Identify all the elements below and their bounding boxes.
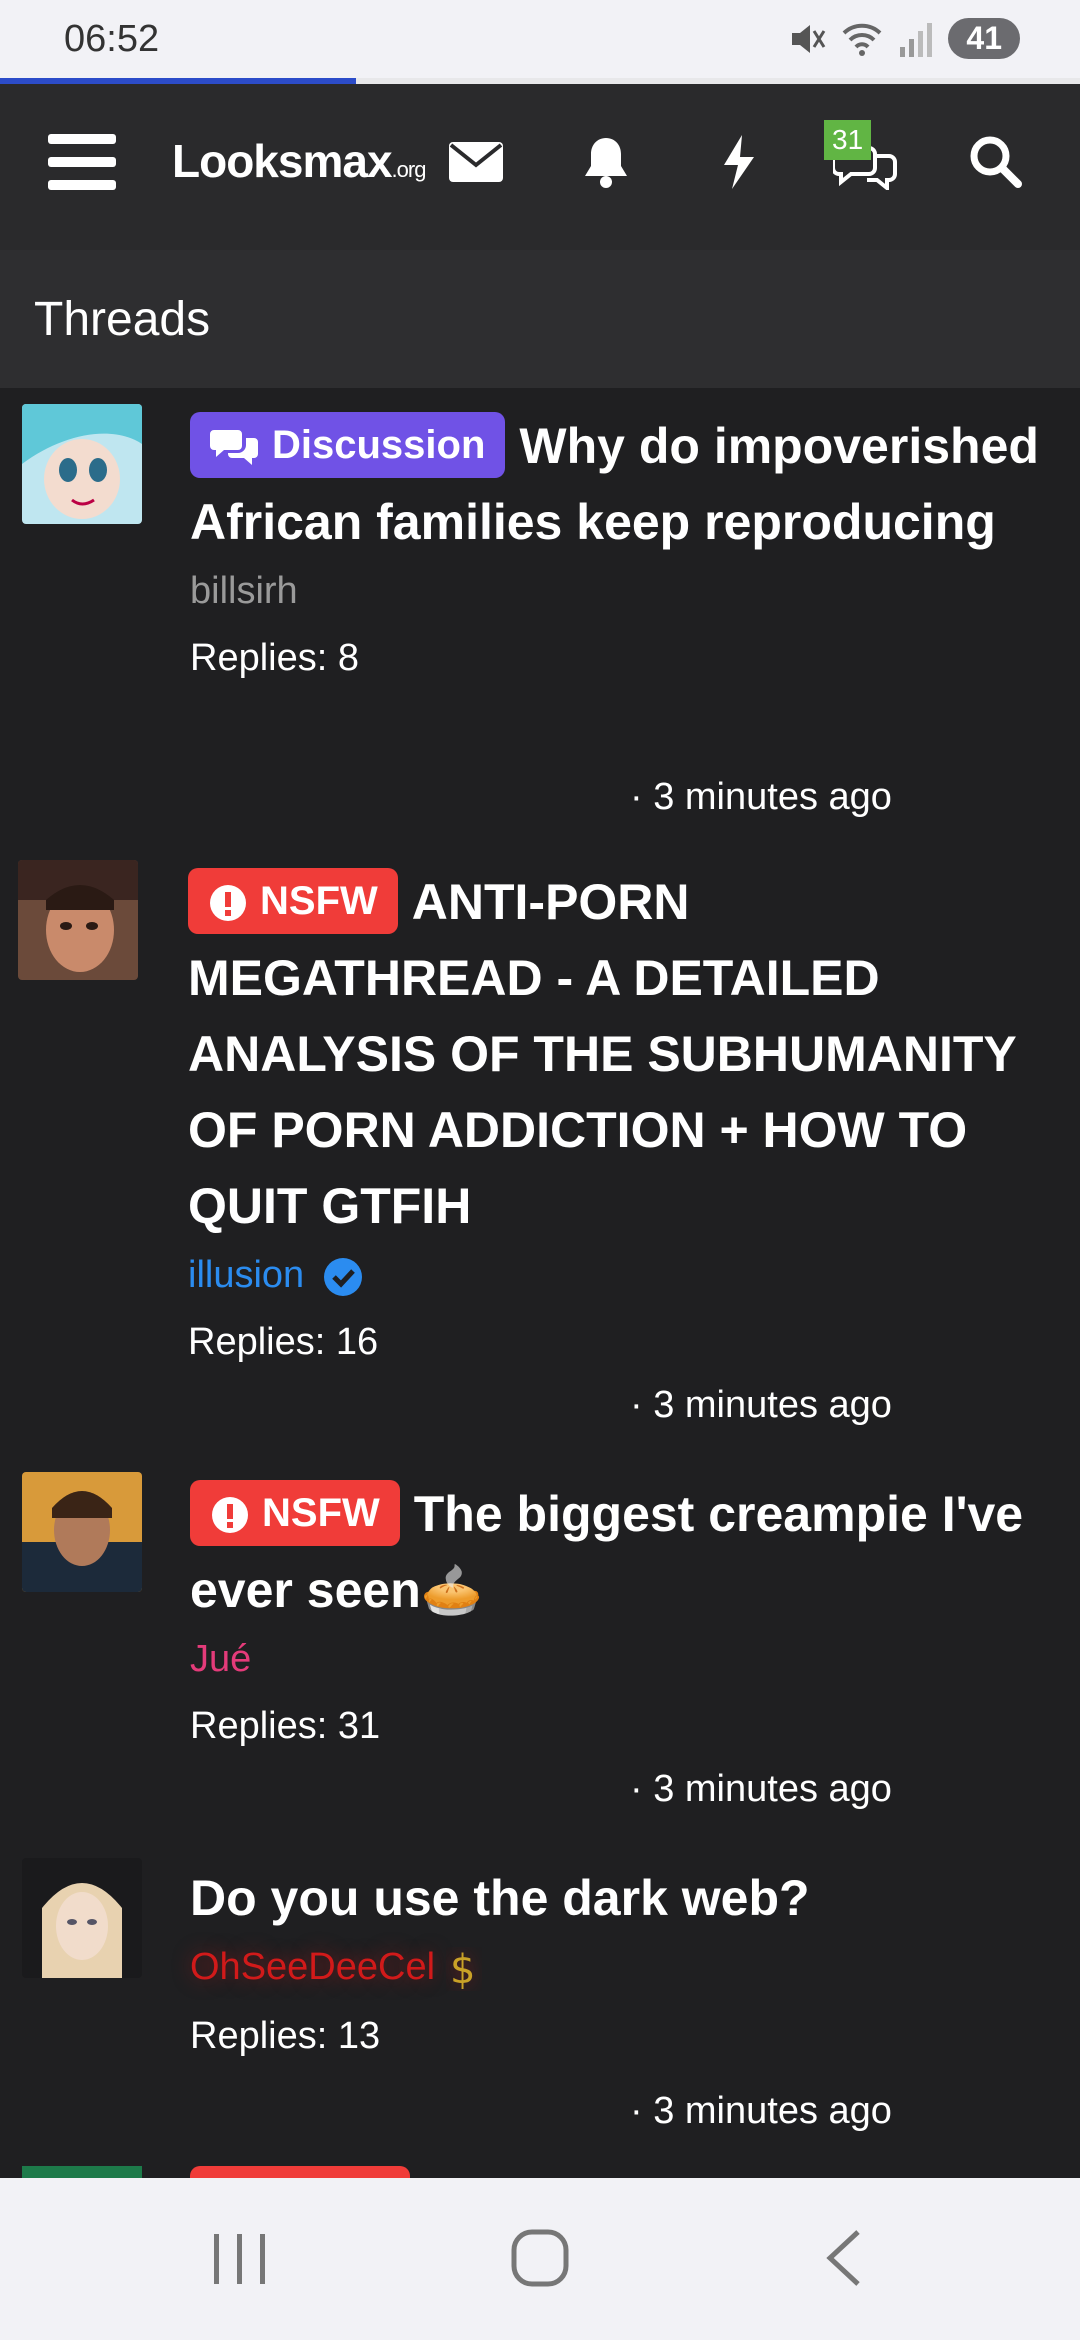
author-name: illusion xyxy=(188,1254,305,1296)
logo-text: Looksmax xyxy=(172,135,393,187)
status-bar: 06:52 41 xyxy=(0,0,1080,78)
thread-time: · 3 minutes ago xyxy=(630,1384,892,1426)
recent-apps-icon[interactable] xyxy=(210,2232,270,2286)
envelope-icon[interactable] xyxy=(442,128,510,196)
dollar-icon: $ xyxy=(450,1947,475,1993)
thread-time: · 3 minutes ago xyxy=(630,2090,892,2132)
search-icon[interactable] xyxy=(962,128,1030,196)
thread-title[interactable]: Discussion Why do impoverished African fa… xyxy=(190,408,1060,560)
prefix-nsfw[interactable] xyxy=(190,2166,410,2178)
site-header: Looksmax.org 31 xyxy=(0,84,1080,250)
avatar[interactable] xyxy=(22,1472,142,1592)
thread-time: · 3 minutes ago xyxy=(630,1768,892,1810)
thread-item[interactable]: Do you use the dark web? OhSeeDeeCel $ R… xyxy=(0,1840,1080,2162)
prefix-label: NSFW xyxy=(262,1491,380,1535)
back-icon[interactable] xyxy=(822,2228,866,2288)
avatar[interactable] xyxy=(22,404,142,524)
avatar[interactable] xyxy=(18,860,138,980)
prefix-label: Discussion xyxy=(272,423,486,467)
thread-replies: Replies: 13 xyxy=(190,2014,381,2057)
status-time: 06:52 xyxy=(64,18,160,60)
thread-title[interactable]: NSFW ANTI-PORN MEGATHREAD - A DETAILED AN… xyxy=(188,864,1058,1244)
avatar[interactable] xyxy=(22,1858,142,1978)
thread-title[interactable]: NSFW The biggest creampie I've ever seen🥧 xyxy=(190,1476,1060,1628)
home-icon[interactable] xyxy=(510,2228,570,2288)
page-title-bar: Threads xyxy=(0,250,1080,388)
alert-icon xyxy=(212,1497,248,1534)
thread-item[interactable]: Discussion Why do impoverished African fa… xyxy=(0,388,1080,844)
wifi-icon xyxy=(843,23,882,56)
mute-icon xyxy=(792,24,826,53)
bell-icon[interactable] xyxy=(572,128,640,196)
avatar[interactable] xyxy=(22,2166,142,2178)
page-title: Threads xyxy=(34,293,211,346)
prefix-nsfw[interactable]: NSFW xyxy=(188,868,398,934)
thread-item[interactable]: NSFW ANTI-PORN MEGATHREAD - A DETAILED AN… xyxy=(0,844,1080,1456)
verified-icon xyxy=(323,1257,362,1296)
svg-text:$: $ xyxy=(450,1947,475,1991)
chat-badge: 31 xyxy=(824,120,872,160)
status-icons: 41 xyxy=(786,18,1020,59)
prefix-label: NSFW xyxy=(260,879,378,923)
prefix-nsfw[interactable]: NSFW xyxy=(190,1480,400,1546)
lightning-icon[interactable] xyxy=(704,128,772,196)
thread-replies: Replies: 31 xyxy=(190,1705,381,1747)
thread-item-partial[interactable] xyxy=(0,2162,1080,2178)
thread-author[interactable]: Jué xyxy=(190,1638,1060,1681)
battery-indicator: 41 xyxy=(948,18,1020,59)
menu-icon[interactable] xyxy=(48,134,116,194)
thread-title[interactable]: Do you use the dark web? xyxy=(190,1860,1060,1936)
thread-author[interactable]: illusion xyxy=(188,1254,1058,1297)
alert-icon xyxy=(210,885,246,922)
thread-item[interactable]: NSFW The biggest creampie I've ever seen🥧… xyxy=(0,1456,1080,1840)
prefix-discussion[interactable]: Discussion xyxy=(190,412,506,478)
signal-icon xyxy=(900,22,933,57)
thread-author[interactable]: billsirh xyxy=(190,570,1060,613)
thread-replies: Replies: 16 xyxy=(188,1321,379,1363)
discussion-icon xyxy=(210,430,258,466)
thread-time: · 3 minutes ago xyxy=(630,776,892,818)
thread-replies: Replies: 8 xyxy=(190,637,359,679)
author-name: OhSeeDeeCel xyxy=(190,1946,436,1988)
system-nav-bar xyxy=(0,2178,1080,2340)
thread-author[interactable]: OhSeeDeeCel $ xyxy=(190,1946,1060,1993)
logo-suffix: .org xyxy=(391,157,427,182)
site-logo[interactable]: Looksmax.org xyxy=(172,134,427,188)
